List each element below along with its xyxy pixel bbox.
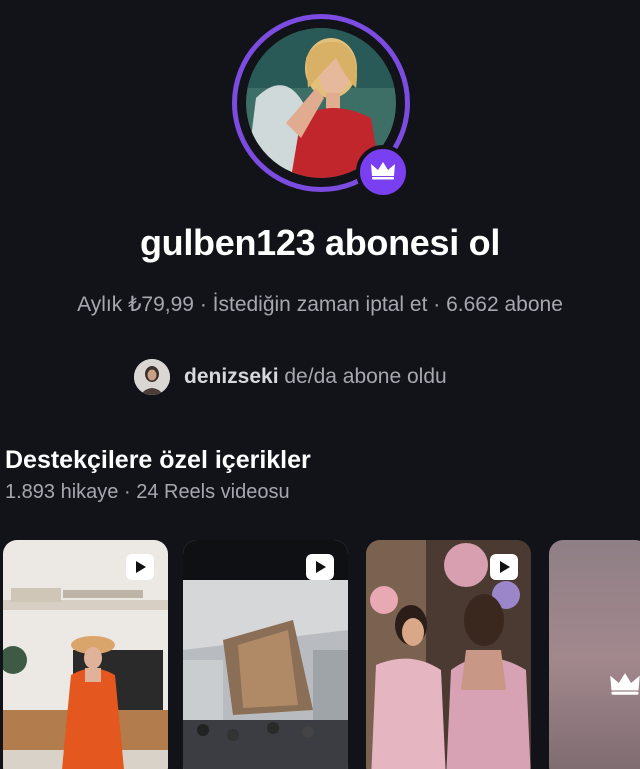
profile-avatar-container[interactable] bbox=[232, 14, 410, 199]
subscription-meta: Aylık ₺79,99 · İstediğin zaman iptal et … bbox=[77, 293, 563, 316]
section-subtitle: 1.893 hikaye · 24 Reels videosu bbox=[5, 481, 290, 503]
follower-username[interactable]: denizseki bbox=[184, 365, 279, 388]
subscriber-badge bbox=[356, 145, 410, 199]
crown-icon bbox=[609, 670, 640, 701]
page-title: gulben123 abonesi ol bbox=[139, 222, 501, 263]
social-proof-suffix: de/da abone oldu bbox=[278, 365, 447, 388]
social-proof[interactable]: denizseki de/da abone oldu bbox=[134, 358, 447, 396]
reel-thumbnail[interactable] bbox=[3, 540, 168, 769]
play-icon bbox=[490, 554, 518, 580]
exclusive-content-carousel[interactable] bbox=[0, 540, 640, 769]
play-icon bbox=[126, 554, 154, 580]
play-icon bbox=[306, 554, 334, 580]
reel-thumbnail[interactable] bbox=[183, 540, 348, 769]
crown-icon bbox=[370, 160, 396, 185]
social-proof-text: denizseki de/da abone oldu bbox=[184, 365, 447, 389]
reel-thumbnail[interactable] bbox=[366, 540, 531, 769]
locked-thumbnail[interactable] bbox=[549, 540, 640, 769]
follower-avatar[interactable] bbox=[134, 359, 170, 395]
section-title: Destekçilere özel içerikler bbox=[5, 446, 311, 474]
